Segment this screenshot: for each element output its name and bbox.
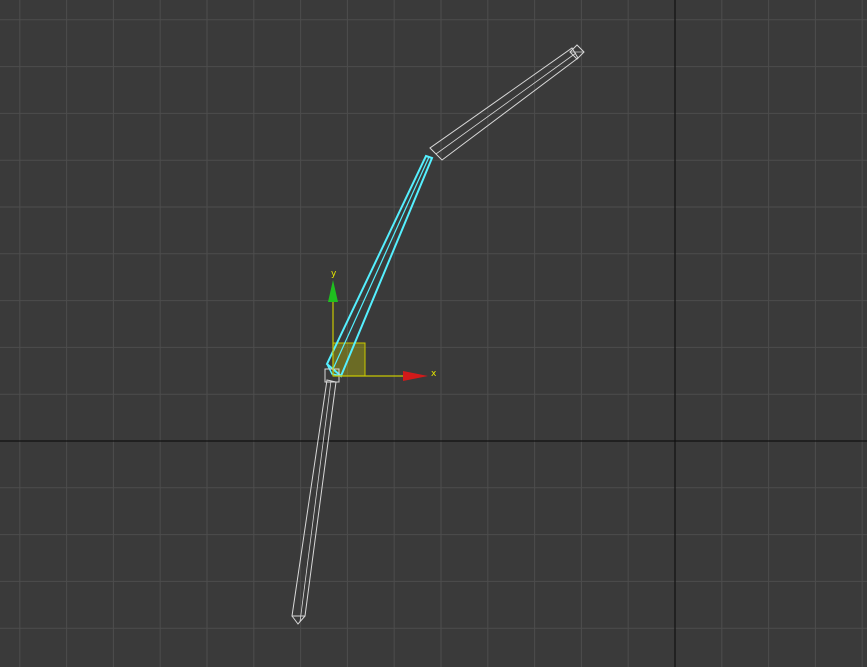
lower-bone[interactable]: [291, 379, 337, 625]
gizmo-x-arrow[interactable]: [403, 371, 428, 381]
gizmo-x-label: x: [431, 369, 437, 379]
viewport-canvas[interactable]: y x: [0, 0, 867, 667]
viewport-perspective[interactable]: y x: [0, 0, 867, 667]
gizmo-y-label: y: [331, 269, 337, 279]
gizmo-y-arrow[interactable]: [328, 280, 338, 302]
upper-bone[interactable]: [429, 44, 585, 161]
grid: [0, 0, 867, 667]
